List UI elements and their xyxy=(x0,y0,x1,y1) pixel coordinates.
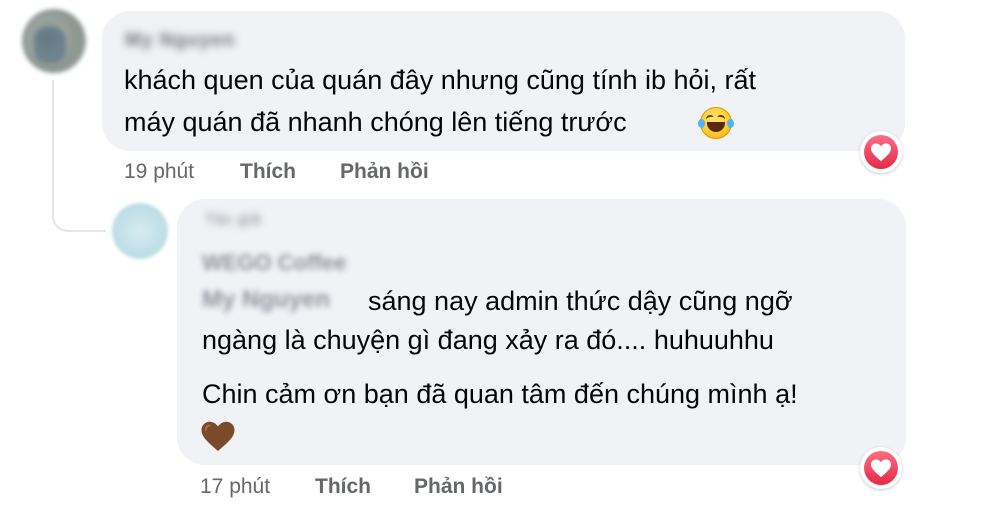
heart-reaction-badge[interactable] xyxy=(860,131,902,173)
author-badge-blurred: Tác giả xyxy=(205,211,262,228)
laughing-tears-emoji-icon xyxy=(698,107,734,139)
thread-connector-line xyxy=(52,80,106,232)
page-avatar[interactable] xyxy=(112,203,168,259)
reply-button[interactable]: Phản hồi xyxy=(414,475,503,499)
reply-text-line-2: ngàng là chuyện gì đang xảy ra đó.... hu… xyxy=(202,325,774,355)
heart-icon xyxy=(871,459,891,478)
like-button[interactable]: Thích xyxy=(315,475,371,499)
comment-text-line-2: máy quán đã nhanh chóng lên tiếng trước xyxy=(124,107,627,137)
comment-author-name-blurred[interactable]: My Nguyen xyxy=(125,30,235,52)
comment-timestamp[interactable]: 19 phút xyxy=(124,160,194,184)
like-button[interactable]: Thích xyxy=(240,160,296,184)
heart-icon xyxy=(871,143,891,162)
reply-text-line-1: sáng nay admin thức dậy cũng ngỡ xyxy=(368,286,793,316)
heart-reaction-badge[interactable] xyxy=(860,447,902,489)
reply-text-line-3: Chin cảm ơn bạn đã quan tâm đến chúng mì… xyxy=(202,379,798,409)
reply-author-name-blurred[interactable]: WEGO Coffee xyxy=(202,250,346,276)
reply-timestamp[interactable]: 17 phút xyxy=(200,475,270,499)
mention-tag-blurred[interactable]: My Nguyen xyxy=(202,286,330,314)
comment-text-line-1: khách quen của quán đây nhưng cũng tính … xyxy=(124,65,757,95)
commenter-avatar[interactable] xyxy=(22,9,86,73)
brown-heart-emoji-icon xyxy=(201,421,235,451)
reply-button[interactable]: Phản hồi xyxy=(340,160,429,184)
